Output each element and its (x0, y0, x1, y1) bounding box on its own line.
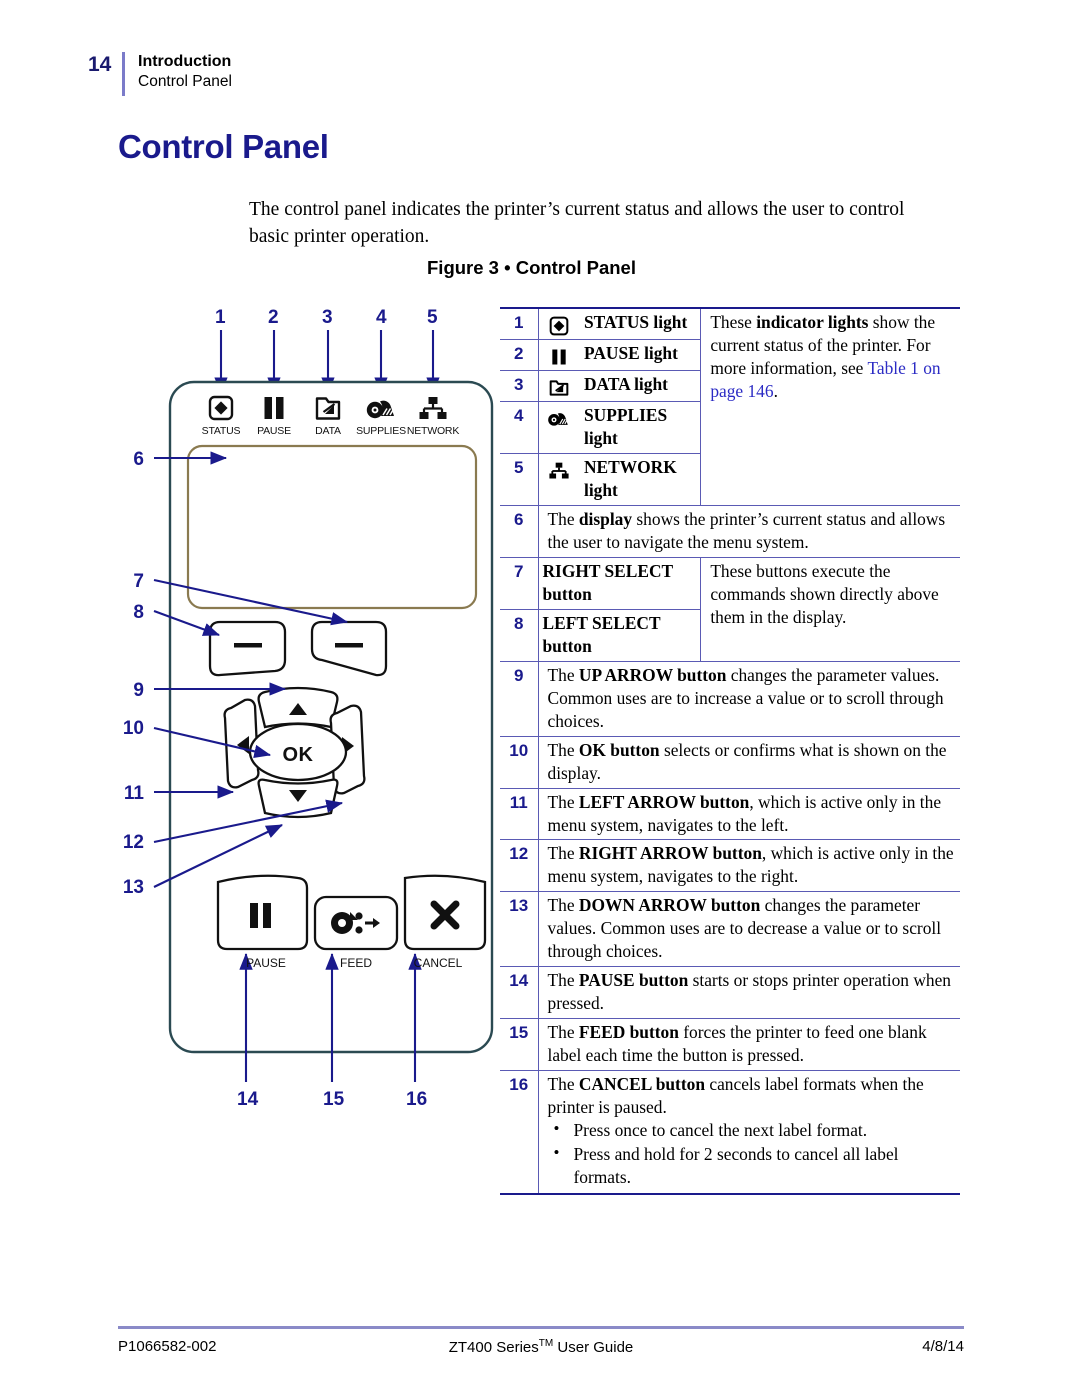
button-label-cancel: CANCEL (413, 956, 463, 970)
pause-bars-icon (538, 339, 580, 371)
running-header: 14 Introduction Control Panel (88, 52, 232, 96)
indicator-label-pause: PAUSE (257, 425, 291, 437)
row-number: 5 (500, 452, 539, 506)
status-diamond-icon (538, 307, 580, 340)
table-row: 13 The DOWN ARROW button changes the par… (500, 891, 960, 968)
control-panel-figure: 1 2 3 4 5 6 7 8 9 10 11 12 13 14 15 16 O… (110, 300, 500, 1120)
row-label: PAUSE light (580, 339, 702, 371)
control-panel-reference-table: 1 STATUS light These indicator lights sh… (500, 306, 960, 1196)
network-tree-icon (538, 452, 580, 506)
table-row: 9 The UP ARROW button changes the parame… (500, 660, 960, 737)
footer-date: 4/8/14 (922, 1338, 964, 1355)
header-divider (122, 52, 125, 96)
row-description: The display shows the printer’s current … (538, 504, 960, 558)
row-number: 10 (500, 735, 539, 789)
row-number: 2 (500, 339, 539, 371)
indicator-label-status: STATUS (201, 425, 241, 437)
button-label-feed: FEED (339, 956, 372, 970)
footer-divider (118, 1326, 964, 1329)
table-row: 11 The LEFT ARROW button, which is activ… (500, 787, 960, 841)
row-label: STATUS light (580, 307, 702, 340)
figure-caption: Figure 3 • Control Panel (427, 257, 636, 278)
row-number: 4 (500, 401, 539, 454)
intro-paragraph: The control panel indicates the printer’… (249, 198, 905, 248)
row-number: 12 (500, 839, 539, 893)
list-item: Press once to cancel the next label form… (548, 1118, 955, 1142)
table-row: 12 The RIGHT ARROW button, which is acti… (500, 839, 960, 893)
row-description: The UP ARROW button changes the paramete… (538, 660, 960, 737)
button-label-pause: PAUSE (246, 956, 286, 970)
row-label: NETWORK light (580, 452, 702, 506)
row-number: 3 (500, 370, 539, 402)
supplies-roll-icon (538, 401, 580, 454)
row-number: 6 (500, 504, 539, 558)
table-row: 16 The CANCEL button cancels label forma… (500, 1070, 960, 1196)
page-footer: P1066582-002 ZT400 SeriesTM User Guide 4… (118, 1338, 964, 1356)
row-number: 15 (500, 1018, 539, 1072)
row-description: The OK button selects or confirms what i… (538, 735, 960, 789)
footer-guide-title: ZT400 SeriesTM User Guide (448, 1338, 634, 1356)
header-text-group: Introduction Control Panel (138, 52, 232, 93)
row-number: 1 (500, 307, 539, 340)
row-description: The RIGHT ARROW button, which is active … (538, 839, 960, 893)
table-row: 1 STATUS light These indicator lights sh… (500, 306, 960, 506)
row-description: The LEFT ARROW button, which is active o… (538, 787, 960, 841)
row-label: RIGHT SELECT button (538, 556, 702, 610)
row-label: LEFT SELECT button (538, 608, 702, 662)
page-number: 14 (88, 53, 112, 76)
table-row: 14 The PAUSE button starts or stops prin… (500, 966, 960, 1020)
table-row: 10 The OK button selects or confirms wha… (500, 735, 960, 789)
row-description: The DOWN ARROW button changes the parame… (538, 891, 960, 968)
page-title: Control Panel (118, 128, 329, 165)
indicator-label-network: NETWORK (406, 425, 460, 437)
row-label: SUPPLIES light (580, 401, 702, 454)
row-description: The CANCEL button cancels label formats … (538, 1070, 960, 1196)
table-row: 7 RIGHT SELECT button These buttons exec… (500, 556, 960, 662)
footer-part-number: P1066582-002 (118, 1338, 217, 1355)
select-buttons-description: These buttons execute the commands shown… (700, 556, 960, 662)
cancel-bullet-list: Press once to cancel the next label form… (548, 1118, 955, 1189)
data-folder-icon (538, 370, 580, 402)
indicator-lights-description: These indicator lights show the current … (700, 306, 960, 506)
control-panel-drawing: OK (153, 330, 494, 1082)
row-number: 16 (500, 1070, 539, 1196)
row-number: 9 (500, 660, 539, 737)
header-section: Control Panel (138, 73, 232, 91)
row-description: The PAUSE button starts or stops printer… (538, 966, 960, 1020)
row-number: 13 (500, 891, 539, 968)
row-description: The FEED button forces the printer to fe… (538, 1018, 960, 1072)
table-row: 6 The display shows the printer’s curren… (500, 504, 960, 558)
list-item: Press and hold for 2 seconds to cancel a… (548, 1142, 955, 1189)
row-number: 7 (500, 556, 539, 610)
header-chapter: Introduction (138, 53, 232, 70)
row-number: 14 (500, 966, 539, 1020)
row-number: 11 (500, 787, 539, 841)
ok-button-text: OK (283, 744, 314, 766)
row-number: 8 (500, 608, 539, 662)
table-row: 15 The FEED button forces the printer to… (500, 1018, 960, 1072)
row-label: DATA light (580, 370, 702, 402)
